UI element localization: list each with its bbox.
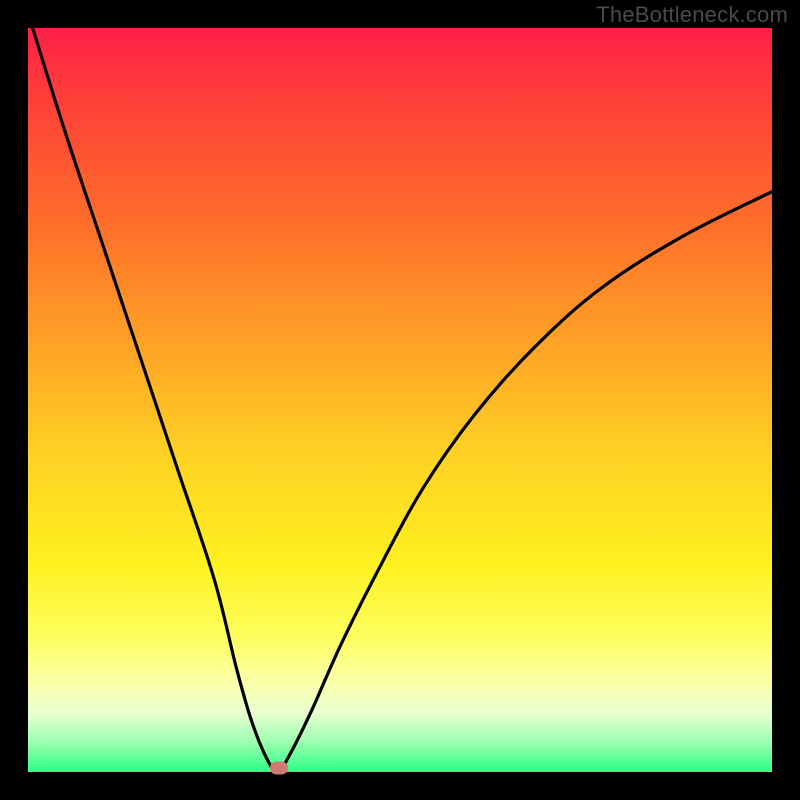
- watermark-text: TheBottleneck.com: [596, 2, 788, 28]
- curve-svg: [28, 28, 772, 772]
- chart-frame: TheBottleneck.com: [0, 0, 800, 800]
- bottleneck-curve-path: [28, 28, 772, 772]
- minimum-marker: [270, 761, 288, 774]
- plot-area: [28, 28, 772, 772]
